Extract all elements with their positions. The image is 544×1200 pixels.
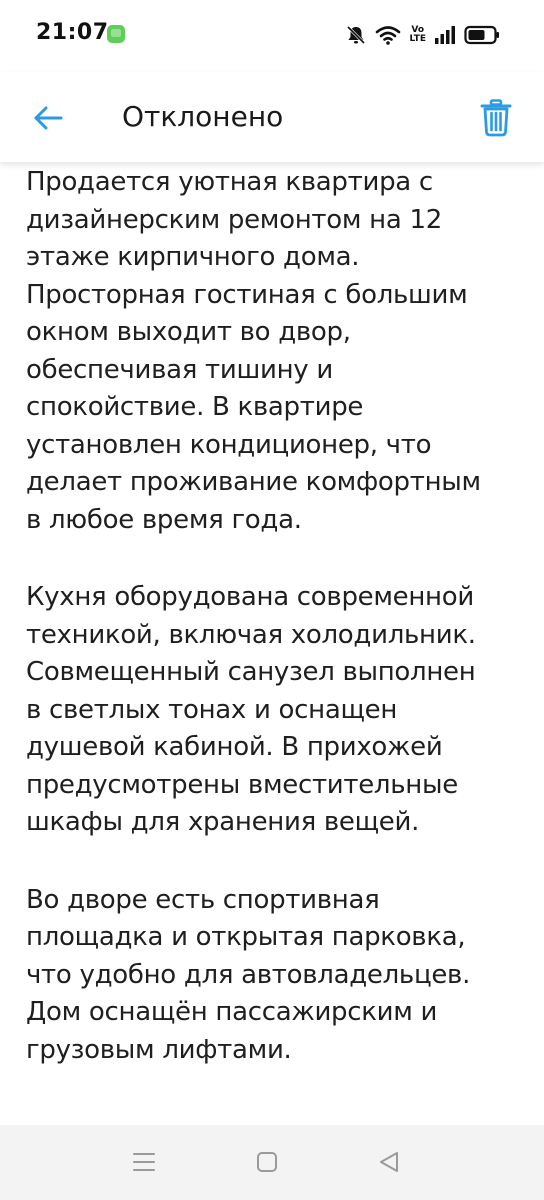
home-button[interactable] [247, 1147, 287, 1177]
description-text: Продается уютная квартира с дизайнерским… [26, 162, 518, 1122]
delete-button[interactable] [474, 94, 518, 142]
volte-label-bottom: LTE [409, 34, 426, 44]
triangle-back-icon [380, 1152, 398, 1172]
app-header: Отклонено [0, 72, 544, 162]
signal-icon [435, 26, 455, 44]
status-icons: Vo LTE [345, 20, 500, 50]
menu-icon [133, 1153, 155, 1171]
system-navigation-bar [0, 1125, 544, 1200]
status-time: 21:07 [36, 20, 109, 45]
arrow-left-icon [34, 106, 63, 130]
description-paragraph-2: Кухня оборудована современной техникой, … [26, 582, 476, 837]
recent-apps-button[interactable] [124, 1147, 164, 1177]
mute-bell-icon [347, 25, 366, 45]
status-bar: 21:07 Vo LTE [0, 0, 544, 72]
volte-icon: Vo LTE [409, 26, 426, 44]
app-notification-icon [107, 25, 125, 43]
home-icon [257, 1152, 277, 1172]
description-paragraph-3: Во дворе есть спортивная площадка и откр… [26, 884, 471, 1065]
system-back-button[interactable] [369, 1147, 409, 1177]
battery-icon [464, 25, 499, 45]
page-title: Отклонено [122, 100, 284, 133]
trash-icon [480, 99, 512, 137]
screen: 21:07 Vo LTE Отклонено Продается уютная … [0, 0, 544, 1200]
back-button[interactable] [26, 96, 70, 140]
wifi-icon [376, 26, 401, 45]
description-paragraph-1: Продается уютная квартира с дизайнерским… [26, 167, 481, 535]
